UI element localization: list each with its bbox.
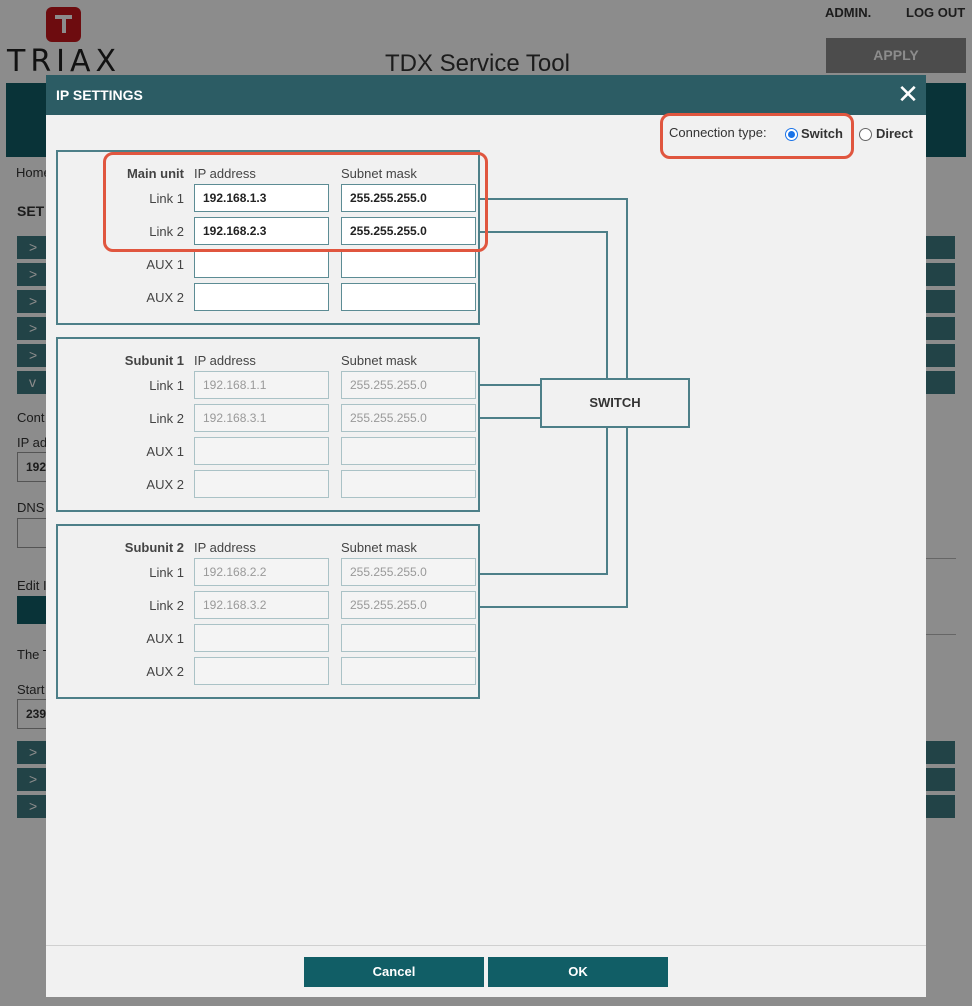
ip-header: IP address: [194, 353, 256, 368]
row-label: AUX 2: [146, 477, 184, 492]
ok-button[interactable]: OK: [488, 957, 668, 987]
row-label: Link 1: [149, 565, 184, 580]
row-label: Link 2: [149, 598, 184, 613]
mask-input: [341, 624, 476, 652]
highlight-main-links: [103, 152, 488, 252]
mask-header: Subnet mask: [341, 353, 417, 368]
ip-input[interactable]: [194, 250, 329, 278]
unit-name: Subunit 1: [124, 353, 184, 368]
cancel-button[interactable]: Cancel: [304, 957, 484, 987]
subunit-2-panel: Subunit 2 IP address Subnet mask Link 1 …: [56, 524, 480, 699]
ip-settings-dialog: IP SETTINGS ✕ Connection type: Switch Di…: [46, 75, 926, 997]
ip-input: 192.168.3.2: [194, 591, 329, 619]
switch-node: SWITCH: [540, 378, 690, 428]
mask-input: 255.255.255.0: [341, 371, 476, 399]
ip-input: [194, 657, 329, 685]
row-label: Link 2: [149, 411, 184, 426]
wire-main-link2: [480, 231, 608, 379]
row-label: AUX 2: [146, 664, 184, 679]
ip-header: IP address: [194, 540, 256, 555]
ip-input: 192.168.3.1: [194, 404, 329, 432]
mask-input: [341, 437, 476, 465]
ip-input: [194, 470, 329, 498]
subunit-1-panel: Subunit 1 IP address Subnet mask Link 1 …: [56, 337, 480, 512]
wire-main-link1: [480, 198, 628, 379]
footer-divider: [46, 945, 926, 946]
ip-input[interactable]: [194, 283, 329, 311]
wire-sub2-link1: [480, 428, 608, 575]
mask-header: Subnet mask: [341, 540, 417, 555]
mask-input: 255.255.255.0: [341, 591, 476, 619]
mask-input[interactable]: [341, 283, 476, 311]
row-label: AUX 1: [146, 444, 184, 459]
mask-input: [341, 657, 476, 685]
ip-input: [194, 624, 329, 652]
ip-input: 192.168.1.1: [194, 371, 329, 399]
mask-input: 255.255.255.0: [341, 558, 476, 586]
mask-input: [341, 470, 476, 498]
row-label: AUX 2: [146, 290, 184, 305]
row-label: AUX 1: [146, 631, 184, 646]
mask-input[interactable]: [341, 250, 476, 278]
wire-sub2-link2: [480, 428, 628, 608]
row-label: AUX 1: [146, 257, 184, 272]
unit-name: Subunit 2: [124, 540, 184, 555]
row-label: Link 1: [149, 378, 184, 393]
ip-input: [194, 437, 329, 465]
mask-input: 255.255.255.0: [341, 404, 476, 432]
ip-input: 192.168.2.2: [194, 558, 329, 586]
